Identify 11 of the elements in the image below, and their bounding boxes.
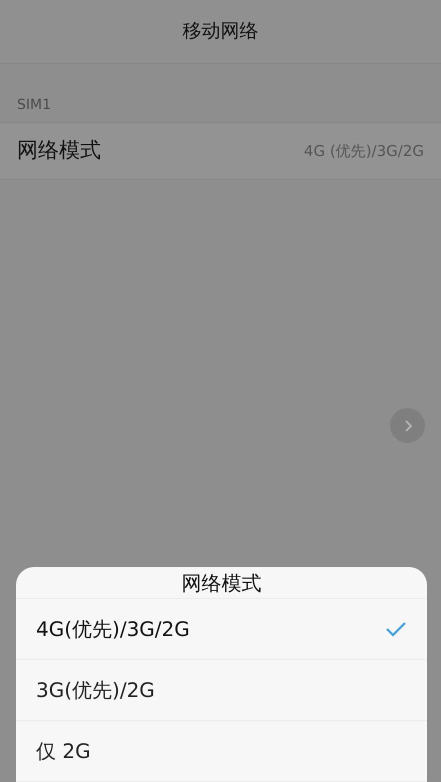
setting-value: 4G (优先)/3G/2G — [304, 140, 424, 162]
option-item[interactable]: 仅 2G — [16, 721, 427, 782]
option-item[interactable]: 4G(优先)/3G/2G — [16, 599, 427, 660]
option-item[interactable]: 3G(优先)/2G — [16, 660, 427, 721]
network-mode-row[interactable]: 网络模式 4G (优先)/3G/2G — [0, 122, 441, 180]
page-title: 移动网络 — [182, 19, 258, 44]
sheet-title: 网络模式 — [182, 570, 262, 596]
setting-label: 网络模式 — [17, 137, 101, 164]
checkmark-icon — [385, 621, 407, 637]
chevron-right-icon[interactable] — [390, 408, 425, 443]
section-label: SIM1 — [17, 96, 52, 115]
